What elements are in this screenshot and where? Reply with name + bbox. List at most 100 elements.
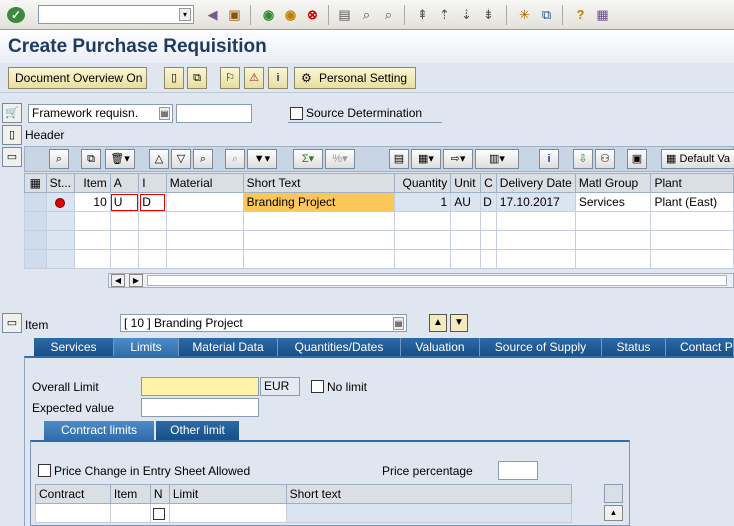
- previous-item-icon[interactable]: ▲: [429, 314, 447, 332]
- document-type-select[interactable]: Framework requisn. ▤: [28, 104, 173, 123]
- copy-icon[interactable]: ⧉: [81, 149, 101, 169]
- no-limit-checkbox[interactable]: [311, 380, 324, 393]
- document-number-field[interactable]: [176, 104, 252, 123]
- find-next-icon[interactable]: ⌕: [225, 149, 245, 169]
- customize-layout-icon[interactable]: ▦: [594, 6, 611, 23]
- other-document-icon[interactable]: ⧉: [187, 67, 207, 89]
- tab-contact-person[interactable]: Contact P: [666, 338, 734, 356]
- column-header-contract[interactable]: Contract: [35, 484, 111, 504]
- table-row[interactable]: 10 U D Branding Project 1 AU D 17.10.201…: [24, 192, 734, 212]
- table-row[interactable]: [24, 211, 734, 231]
- column-header-item-category[interactable]: I: [138, 173, 167, 193]
- next-item-icon[interactable]: ▼: [450, 314, 468, 332]
- next-page-icon[interactable]: ⇣: [458, 6, 475, 23]
- command-field[interactable]: ▾: [38, 5, 194, 24]
- tab-other-limit[interactable]: Other limit: [156, 421, 239, 440]
- column-header-limit[interactable]: Limit: [168, 484, 287, 504]
- tab-material-data[interactable]: Material Data: [179, 338, 278, 356]
- command-history-dropdown-icon[interactable]: ▾: [179, 8, 191, 21]
- row-selector[interactable]: [24, 192, 47, 212]
- column-header-item[interactable]: Item: [73, 173, 111, 193]
- column-header-material[interactable]: Material: [165, 173, 244, 193]
- table-row[interactable]: [35, 503, 573, 523]
- document-overview-button[interactable]: Document Overview On: [8, 67, 147, 89]
- select-all-icon[interactable]: ▦: [24, 173, 47, 193]
- layout-icon[interactable]: ▥▾: [475, 149, 519, 169]
- item-cell[interactable]: [109, 503, 151, 523]
- info-icon[interactable]: i: [539, 149, 559, 169]
- previous-page-icon[interactable]: ⇡: [436, 6, 453, 23]
- copy-service-icon[interactable]: ▣: [627, 149, 647, 169]
- tab-source-of-supply[interactable]: Source of Supply: [480, 338, 602, 356]
- n-cell[interactable]: [149, 503, 170, 523]
- import-icon[interactable]: ⇩: [573, 149, 593, 169]
- column-header-account-assignment[interactable]: A: [109, 173, 140, 193]
- column-header-unit[interactable]: Unit: [450, 173, 482, 193]
- item-number-cell[interactable]: 10: [73, 192, 111, 212]
- column-header-c[interactable]: C: [480, 173, 497, 193]
- save-icon[interactable]: ▣: [226, 6, 243, 23]
- short-text-cell[interactable]: Branding Project: [242, 192, 396, 212]
- tab-valuation[interactable]: Valuation: [401, 338, 480, 356]
- column-header-delivery-date[interactable]: Delivery Date: [495, 173, 576, 193]
- tab-contract-limits[interactable]: Contract limits: [44, 421, 154, 440]
- cart-icon[interactable]: 🛒: [2, 103, 22, 123]
- tab-quantities-dates[interactable]: Quantities/Dates: [278, 338, 401, 356]
- shortcut-icon[interactable]: ⧉: [538, 6, 555, 23]
- filter-icon[interactable]: ▼▾: [247, 149, 277, 169]
- tab-status[interactable]: Status: [602, 338, 666, 356]
- last-page-icon[interactable]: ⇟: [480, 6, 497, 23]
- exit-icon[interactable]: ◉: [282, 6, 299, 23]
- dropdown-icon[interactable]: ▤: [159, 107, 170, 120]
- table-row[interactable]: [24, 249, 734, 269]
- expand-header-icon[interactable]: ▯: [2, 125, 22, 145]
- column-header-plant[interactable]: Plant: [650, 173, 734, 193]
- price-percentage-input[interactable]: [498, 461, 538, 480]
- print-icon[interactable]: ▤: [389, 149, 409, 169]
- matl-group-cell[interactable]: Services: [574, 192, 652, 212]
- column-header-short-text[interactable]: Short text: [285, 484, 573, 504]
- personal-setting-button[interactable]: ⚙ Personal Setting: [294, 67, 416, 89]
- print-icon[interactable]: ▤: [336, 6, 353, 23]
- item-category-cell[interactable]: D: [138, 192, 167, 212]
- info-icon[interactable]: i: [268, 67, 288, 89]
- cancel-icon[interactable]: ⊗: [304, 6, 321, 23]
- help-icon[interactable]: ?: [572, 6, 589, 23]
- column-header-status[interactable]: St...: [45, 173, 75, 193]
- item-select[interactable]: [ 10 ] Branding Project ▤: [120, 314, 407, 332]
- horizontal-scrollbar[interactable]: ◀ ▶: [108, 273, 734, 288]
- column-header-quantity[interactable]: Quantity: [394, 173, 452, 193]
- new-session-icon[interactable]: ✳: [516, 6, 533, 23]
- table-row[interactable]: [24, 230, 734, 250]
- find-icon[interactable]: ⌕: [193, 149, 213, 169]
- account-assignment-cell[interactable]: U: [109, 192, 140, 212]
- scroll-up-icon[interactable]: ▲: [604, 505, 623, 521]
- export-icon[interactable]: ⇨▾: [443, 149, 473, 169]
- price-change-checkbox[interactable]: [38, 464, 51, 477]
- details-icon[interactable]: ⌕: [49, 149, 69, 169]
- column-header-n[interactable]: N: [149, 484, 170, 504]
- find-next-icon[interactable]: ⌕: [380, 6, 397, 23]
- column-header-item[interactable]: Item: [109, 484, 151, 504]
- sort-ascending-icon[interactable]: △: [149, 149, 169, 169]
- subtotal-icon[interactable]: %▾: [325, 149, 355, 169]
- hold-icon[interactable]: ⚐: [220, 67, 240, 89]
- find-icon[interactable]: ⌕: [358, 6, 375, 23]
- enter-check-icon[interactable]: ✓: [7, 7, 25, 23]
- new-document-icon[interactable]: ▯: [164, 67, 184, 89]
- scroll-right-icon[interactable]: ▶: [129, 274, 143, 287]
- collapse-item-detail-icon[interactable]: ▭: [2, 313, 22, 333]
- collapse-items-icon[interactable]: ▭: [2, 147, 22, 167]
- views-icon[interactable]: ▦▾: [411, 149, 441, 169]
- plant-cell[interactable]: Plant (East): [650, 192, 734, 212]
- delete-icon[interactable]: 🗑▾: [105, 149, 135, 169]
- scroll-left-icon[interactable]: ◀: [111, 274, 125, 287]
- sum-icon[interactable]: Σ▾: [293, 149, 323, 169]
- dropdown-icon[interactable]: ▤: [393, 317, 404, 330]
- material-cell[interactable]: [165, 192, 244, 212]
- table-settings-button[interactable]: [604, 484, 623, 503]
- n-checkbox[interactable]: [152, 507, 165, 520]
- sort-descending-icon[interactable]: ▽: [171, 149, 191, 169]
- source-determination-checkbox[interactable]: [290, 107, 303, 120]
- default-values-button[interactable]: ▦ Default Va: [661, 149, 734, 169]
